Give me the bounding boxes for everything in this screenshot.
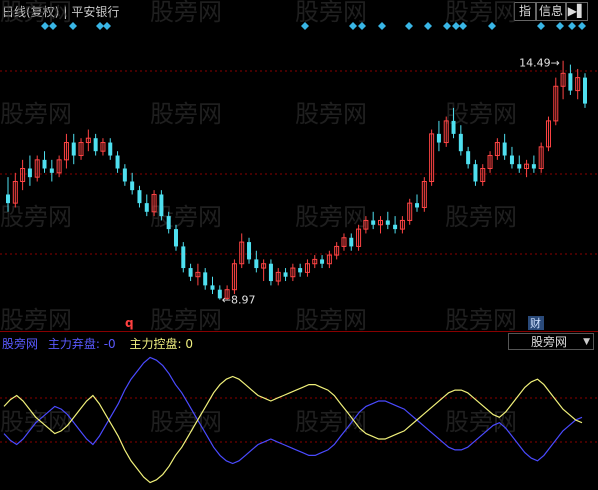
candle-body bbox=[173, 229, 178, 247]
panel-divider bbox=[0, 331, 598, 332]
candle-body bbox=[71, 142, 76, 156]
candle-body bbox=[49, 168, 54, 173]
candle-body bbox=[108, 142, 113, 156]
candle-body bbox=[42, 159, 47, 169]
watermark-text: 股旁网 bbox=[0, 203, 72, 231]
signal-diamond bbox=[378, 22, 386, 30]
watermark-text: 股旁网 bbox=[295, 100, 367, 128]
candle-body bbox=[371, 220, 376, 225]
watermark-text: 股旁网 bbox=[445, 0, 517, 26]
watermark-text: 股旁网 bbox=[150, 100, 222, 128]
candle-body bbox=[436, 133, 441, 143]
candle-body bbox=[166, 216, 171, 230]
candle-body bbox=[502, 142, 507, 156]
low-price-label: ←8.97 bbox=[222, 294, 256, 307]
candle-body bbox=[27, 168, 32, 178]
candle-body bbox=[203, 272, 208, 286]
candle-body bbox=[159, 194, 164, 217]
signal-diamond bbox=[556, 22, 564, 30]
signal-diamond bbox=[405, 22, 413, 30]
watermark-text: 股旁网 bbox=[295, 306, 367, 334]
candle-body bbox=[320, 259, 325, 264]
watermark-text: 股旁网 bbox=[0, 100, 72, 128]
watermark-text: 股旁网 bbox=[295, 203, 367, 231]
indicator-dropdown-label: 股旁网 bbox=[531, 335, 568, 349]
high-price-label: 14.49→ bbox=[519, 57, 560, 70]
q-marker: q bbox=[125, 316, 134, 330]
signal-diamond bbox=[96, 22, 104, 30]
indicator-legend: 股旁网 主力弃盘: -0 主力控盘: 0 bbox=[2, 335, 193, 352]
watermark-text: 股旁网 bbox=[150, 0, 222, 26]
candle-body bbox=[466, 151, 471, 165]
candle-body bbox=[473, 164, 478, 182]
candle-body bbox=[415, 203, 420, 208]
candle-body bbox=[247, 242, 252, 260]
candle-body bbox=[254, 259, 259, 269]
candle-body bbox=[349, 237, 354, 247]
watermark-text: 股旁网 bbox=[0, 306, 72, 334]
indicator-dropdown[interactable]: 股旁网 ▼ bbox=[508, 333, 594, 350]
signal-diamond bbox=[568, 22, 576, 30]
watermark-text: 股旁网 bbox=[295, 408, 367, 436]
candle-body bbox=[283, 272, 288, 277]
candle-body bbox=[181, 246, 186, 269]
signal-diamond bbox=[578, 22, 586, 30]
watermark-text: 股旁网 bbox=[150, 306, 222, 334]
candle-body bbox=[458, 133, 463, 152]
watermark-text: 股旁网 bbox=[150, 408, 222, 436]
candle-body bbox=[93, 138, 98, 152]
candle-body bbox=[385, 220, 390, 225]
signal-diamond bbox=[103, 22, 111, 30]
candle-body bbox=[115, 155, 120, 169]
candle-body bbox=[144, 203, 149, 212]
chevron-down-icon[interactable]: ▼ bbox=[583, 334, 590, 351]
candle-body bbox=[568, 73, 573, 91]
candle-body bbox=[137, 190, 142, 204]
watermark-text: 股旁网 bbox=[445, 100, 517, 128]
legend-series-1: 主力弃盘: -0 bbox=[47, 337, 116, 351]
candle-body bbox=[451, 120, 456, 134]
candle-body bbox=[298, 268, 303, 273]
candle-body bbox=[122, 168, 127, 182]
cai-marker: 财 bbox=[530, 316, 541, 330]
candle-body bbox=[517, 164, 522, 169]
watermark-text: 股旁网 bbox=[445, 306, 517, 334]
candle-body bbox=[210, 285, 215, 290]
candle-body bbox=[531, 164, 536, 169]
candle-body bbox=[509, 155, 514, 165]
stock-chart: 股旁网 股旁网 股旁网 股旁网股旁网 股旁网 股旁网 股旁网股旁网 股旁网 股旁网 股旁网股旁网股… bbox=[0, 0, 598, 484]
candle-body bbox=[583, 77, 587, 104]
watermark-text: 股旁网 bbox=[295, 0, 367, 26]
watermark-text: 股旁网 bbox=[445, 203, 517, 231]
candle-body bbox=[393, 224, 398, 230]
indicator-name: 股旁网 bbox=[2, 337, 39, 351]
candle-body bbox=[188, 268, 193, 277]
signal-diamond bbox=[537, 22, 545, 30]
watermark-text: 股旁网 bbox=[0, 0, 72, 26]
candle-body bbox=[6, 194, 10, 204]
candle-body bbox=[268, 263, 273, 282]
legend-series-2: 主力控盘: 0 bbox=[129, 337, 194, 351]
candle-body bbox=[130, 181, 135, 191]
signal-diamond bbox=[424, 22, 432, 30]
